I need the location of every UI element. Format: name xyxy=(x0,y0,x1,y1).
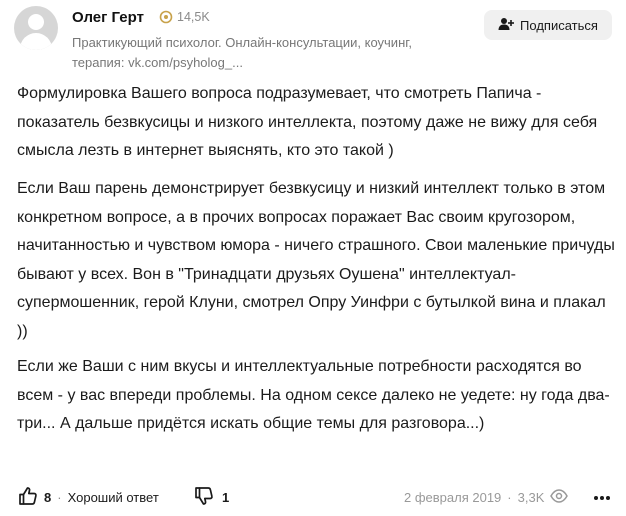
views-icon xyxy=(550,488,569,507)
subscribe-button[interactable]: Подписаться xyxy=(484,10,612,40)
answer-paragraph: Если Ваш парень демонстрирует безвкусицу… xyxy=(17,180,615,340)
avatar-head-shape xyxy=(28,14,44,30)
karma-badge: 14,5K xyxy=(159,10,210,24)
karma-icon xyxy=(159,10,173,24)
thumbs-down-icon xyxy=(194,486,214,509)
more-icon xyxy=(593,489,611,504)
author-name[interactable]: Олег Герт xyxy=(72,9,144,26)
answer-header: Олег Герт 14,5K Практикующий психолог. О… xyxy=(0,0,626,80)
dislike-count: 1 xyxy=(222,490,230,505)
answer-date: 2 февраля 2019 xyxy=(404,490,502,505)
add-user-icon xyxy=(498,17,515,34)
answer-paragraph: Формулировка Вашего вопроса подразумевае… xyxy=(17,85,598,160)
answer-footer: 8 · Хороший ответ 1 2 февраля 2019 · 3,3… xyxy=(0,482,626,512)
author-bio: Практикующий психолог. Онлайн-консультац… xyxy=(72,35,413,70)
view-count: 3,3K xyxy=(517,490,545,505)
answer-paragraph: Если же Ваши с ним вкусы и интеллектуаль… xyxy=(17,358,610,433)
karma-value: 14,5K xyxy=(177,10,210,24)
subscribe-label: Подписаться xyxy=(520,17,598,33)
good-answer-label: Хороший ответ xyxy=(67,490,159,505)
avatar-body-shape xyxy=(20,33,52,50)
more-button[interactable] xyxy=(590,484,614,508)
separator-dot: · xyxy=(57,490,62,505)
separator-dot: · xyxy=(507,490,512,505)
like-count: 8 xyxy=(44,490,52,505)
dislike-button[interactable]: 1 xyxy=(194,486,229,509)
answer-meta: 2 февраля 2019 · 3,3K xyxy=(404,488,569,507)
thumbs-up-icon xyxy=(18,486,38,509)
like-button[interactable]: 8 · Хороший ответ xyxy=(18,486,159,509)
avatar[interactable] xyxy=(14,6,58,50)
